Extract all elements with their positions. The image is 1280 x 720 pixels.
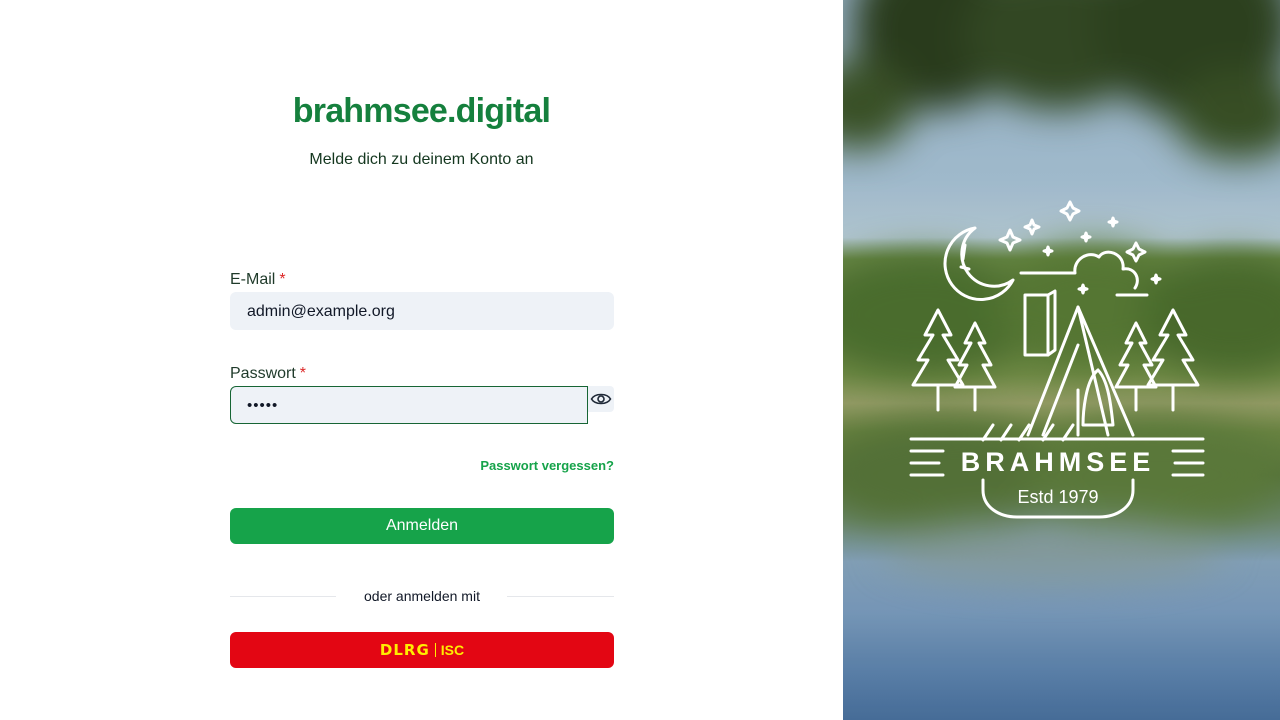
required-marker: * [299, 365, 307, 382]
email-label-text: E-Mail [230, 271, 276, 288]
email-value: admin@example.org [247, 303, 395, 320]
password-label-text: Passwort [230, 365, 296, 382]
login-form: E-Mail * admin@example.org Passwort * ••••… [230, 0, 614, 720]
eye-icon [590, 393, 612, 405]
required-marker: * [279, 271, 286, 288]
forgot-password-link[interactable]: Passwort vergessen? [480, 458, 614, 473]
dlrg-logo: DLRG ISC [380, 641, 464, 659]
password-field[interactable]: ••••• [230, 386, 588, 424]
logo-established-text: Estd 1979 [1017, 487, 1098, 507]
password-label: Passwort * [230, 365, 306, 383]
side-image: BRAHMSEE Estd 1979 [843, 0, 1280, 720]
login-button[interactable]: Anmelden [230, 508, 614, 544]
login-panel: brahmsee.digital Melde dich zu deinem Ko… [0, 0, 843, 720]
isc-text: ISC [440, 642, 465, 658]
brahmsee-camping-logo: BRAHMSEE Estd 1979 [909, 200, 1205, 519]
divider-line [507, 596, 614, 597]
email-label: E-Mail * [230, 271, 286, 289]
dlrg-isc-login-button[interactable]: DLRG ISC [230, 632, 614, 668]
email-field[interactable]: admin@example.org [230, 292, 614, 330]
logo-name-text: BRAHMSEE [961, 447, 1156, 477]
password-value: ••••• [247, 397, 279, 414]
show-password-toggle[interactable] [588, 386, 614, 412]
dlrg-text: DLRG [379, 641, 430, 659]
logo-separator [434, 643, 436, 657]
